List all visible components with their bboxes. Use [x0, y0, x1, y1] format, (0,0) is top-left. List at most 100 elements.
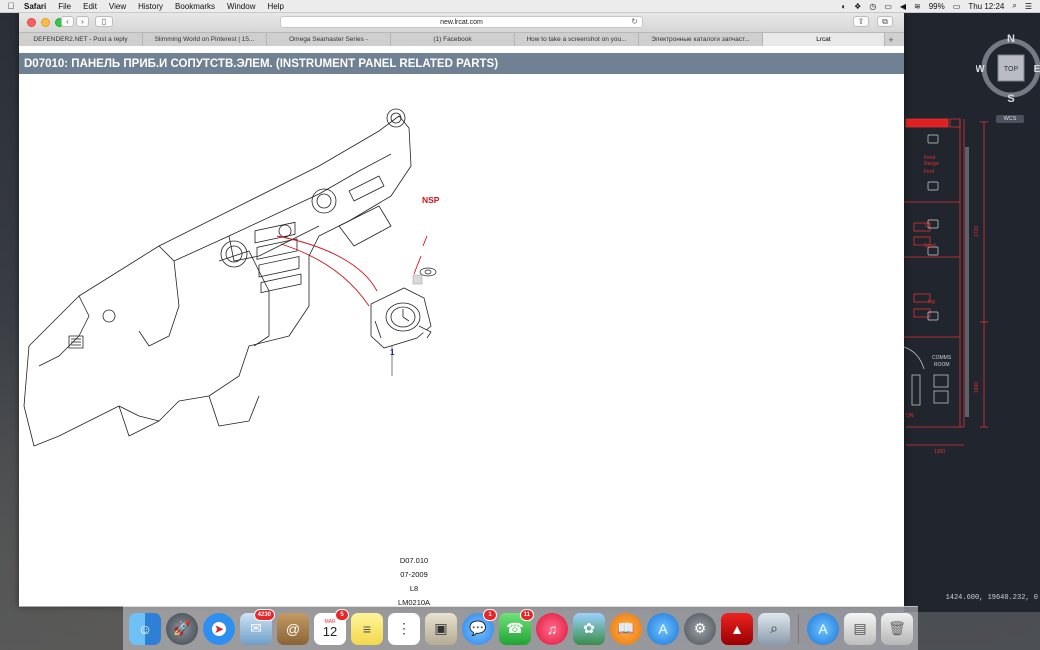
apple-icon[interactable]:  [0, 1, 22, 11]
app-store-icon[interactable]: A [647, 612, 679, 645]
status-app-icon[interactable]: ◐ [841, 2, 846, 11]
wifi-icon[interactable]: ≋ [914, 2, 921, 11]
tab-lrcat[interactable]: Lrcat [763, 33, 885, 46]
trash-icon[interactable]: 🗑 [881, 612, 913, 645]
applications-folder-icon[interactable]: A [807, 612, 839, 645]
tab-omega-seamaster[interactable]: Omega Seamaster Series - [267, 33, 391, 46]
menu-file[interactable]: File [52, 2, 77, 11]
messages-icon[interactable]: 💬 1 [462, 608, 497, 645]
ibooks-icon[interactable]: 📖 [610, 612, 642, 645]
cad-label-ing: Ing [928, 299, 935, 305]
chevron-left-icon: ‹ [66, 17, 69, 26]
dropbox-icon[interactable]: ❖ [854, 2, 861, 11]
tab-screenshot-howto[interactable]: How to take a screenshot on you... [515, 33, 639, 46]
messages-badge: 1 [483, 608, 497, 621]
diagram-code: D07.010 [399, 556, 429, 565]
facetime-badge: 11 [519, 608, 534, 621]
show-tabs-button[interactable]: ⧉ [877, 16, 893, 27]
autocad-icon[interactable]: ▲ [721, 612, 753, 645]
calendar-badge: 5 [335, 608, 349, 621]
finder-icon[interactable]: ☺ [129, 612, 161, 645]
mail-badge: 4230 [253, 608, 275, 621]
forward-button[interactable]: › [76, 16, 89, 27]
tab-catalog[interactable]: Электронные каталоги запчаст... [639, 33, 763, 46]
share-icon: ⇪ [857, 17, 865, 26]
documents-stack-icon[interactable]: ▤ [844, 612, 876, 645]
system-preferences-icon[interactable]: ⚙ [684, 612, 716, 645]
battery-icon[interactable]: ▭ [953, 2, 961, 11]
url-text: new.lrcat.com [440, 18, 483, 26]
cad-coordinates: 1424.600, 19640.232, 0 [945, 594, 1038, 602]
safari-window: ‹ › ▯ new.lrcat.com ↻ ⇪ ⧉ DEFENDER2.NET … [19, 12, 904, 607]
tab-facebook[interactable]: (1) Facebook [391, 33, 515, 46]
page-content: D07010: ПАНЕЛЬ ПРИБ.И СОПУТСТВ.ЭЛЕМ. (IN… [19, 46, 904, 607]
menu-bookmarks[interactable]: Bookmarks [169, 2, 221, 11]
safari-icon[interactable]: ➤ [203, 612, 235, 645]
compass-n-label: N [1007, 33, 1015, 45]
menu-view[interactable]: View [103, 2, 132, 11]
instrument-panel-diagram [23, 108, 437, 447]
wcs-menu[interactable]: WCS [996, 115, 1024, 123]
menu-bar:  Safari File Edit View History Bookmark… [0, 0, 1040, 13]
facetime-icon[interactable]: ☎ 11 [499, 608, 534, 645]
compass-e-label: E [1034, 64, 1040, 75]
airplay-icon[interactable]: ▭ [884, 2, 892, 11]
reload-icon[interactable]: ↻ [631, 17, 638, 26]
viewcube-top-label[interactable]: TOP [1004, 66, 1019, 73]
compass-s-label: S [1007, 93, 1014, 105]
share-button[interactable]: ⇪ [853, 16, 869, 27]
cad-label-1300: 1300 [934, 449, 945, 455]
preview-icon[interactable]: ▣ [425, 612, 457, 645]
tabs-icon: ⧉ [882, 16, 888, 26]
plus-icon: + [888, 34, 894, 45]
launchpad-icon[interactable]: 🚀 [166, 612, 198, 645]
cad-label-comms: COMMS [932, 355, 952, 361]
minimize-window-button[interactable] [41, 18, 50, 27]
tab-bar: DEFENDER2.NET - Post a reply Slimming Wo… [19, 33, 904, 47]
compass-w-label: W [976, 64, 985, 75]
cad-viewcube-compass[interactable]: TOP N S W E [976, 30, 1040, 106]
sidebar-button[interactable]: ▯ [95, 16, 113, 27]
itunes-icon[interactable]: ♫ [536, 612, 568, 645]
image-capture-icon[interactable]: ⌕ [758, 612, 790, 645]
cad-label-on: ON [906, 413, 914, 419]
menu-edit[interactable]: Edit [77, 2, 103, 11]
sidebar-icon: ▯ [101, 17, 107, 26]
tab-defender2[interactable]: DEFENDER2.NET - Post a reply [19, 33, 143, 46]
dock-separator [798, 613, 799, 644]
menu-help[interactable]: Help [261, 2, 289, 11]
timemachine-icon[interactable]: ◷ [869, 2, 876, 11]
address-bar[interactable]: new.lrcat.com ↻ [280, 16, 643, 28]
notification-center-icon[interactable]: ☰ [1025, 2, 1032, 11]
dock: ☺ 🚀 ➤ ✉ 4230 @ MAR 12 5 ≡ ⋮ ▣ 💬 1 ☎ 11 ♫ ✿ … [123, 606, 918, 650]
new-tab-button[interactable]: + [885, 33, 897, 46]
volume-icon[interactable]: ◀ [900, 2, 906, 11]
battery-percent: 99% [928, 1, 945, 11]
calendar-icon[interactable]: MAR 12 5 [314, 608, 349, 645]
menu-clock[interactable]: Thu 12:24 [968, 2, 1004, 11]
diagram-model: L8 [409, 584, 419, 593]
menu-window[interactable]: Window [221, 2, 261, 11]
diagram-metadata: D07.010 07-2009 L8 LM0210A [379, 554, 449, 610]
notes-icon[interactable]: ≡ [351, 612, 383, 645]
cad-label-feet: Feet [924, 169, 935, 175]
window-controls [27, 18, 64, 27]
safari-toolbar: ‹ › ▯ new.lrcat.com ↻ ⇪ ⧉ [19, 12, 904, 33]
close-window-button[interactable] [27, 18, 36, 27]
reminders-icon[interactable]: ⋮ [388, 612, 420, 645]
cad-label-scarf: Scarf [924, 243, 936, 249]
menu-history[interactable]: History [132, 2, 169, 11]
back-button[interactable]: ‹ [61, 16, 74, 27]
tab-slimming-world[interactable]: Slimming World on Pinterest | 15... [143, 33, 267, 46]
part-1-callout[interactable]: 1 [390, 348, 394, 357]
chevron-right-icon: › [81, 17, 84, 26]
cad-label-room: ROOM [934, 362, 950, 368]
nsp-callout[interactable]: NSP [422, 195, 439, 205]
contacts-icon[interactable]: @ [277, 612, 309, 645]
menu-app-name[interactable]: Safari [22, 2, 52, 11]
iphoto-icon[interactable]: ✿ [573, 612, 605, 645]
spotlight-icon[interactable]: ⌕ [1012, 1, 1016, 11]
mail-icon[interactable]: ✉ 4230 [240, 608, 275, 645]
calendar-day: 12 [322, 623, 338, 639]
diagram-date: 07-2009 [400, 570, 428, 579]
